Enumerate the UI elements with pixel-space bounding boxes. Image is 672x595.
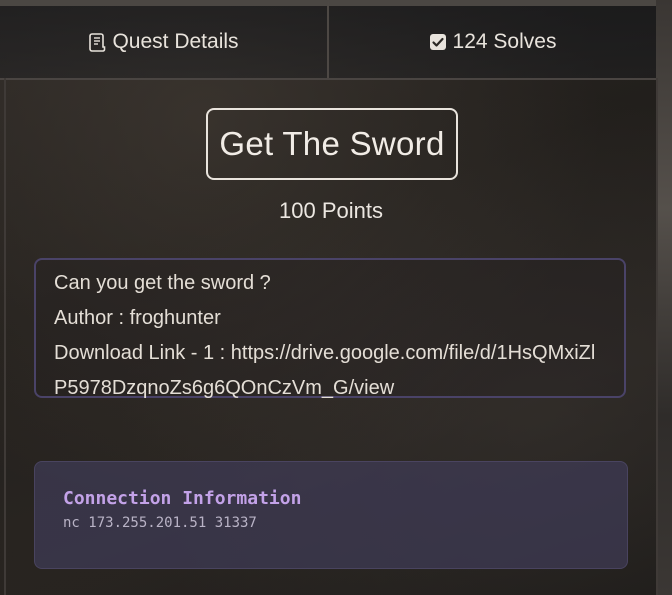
download-link-prefix: Download Link - 1 :	[54, 342, 231, 364]
connection-command[interactable]: nc 173.255.201.51 31337	[63, 515, 599, 531]
challenge-title-button[interactable]: Get The Sword	[206, 108, 458, 180]
tab-quest-details[interactable]: Quest Details	[0, 0, 329, 78]
checkbox-icon	[429, 33, 447, 51]
tab-bar: Quest Details 124 Solves	[0, 0, 656, 80]
scroll-icon	[88, 32, 106, 52]
tab-solves[interactable]: 124 Solves	[329, 0, 656, 78]
challenge-modal: Quest Details 124 Solves Get The Sword 1…	[0, 0, 672, 595]
quest-details-panel: Get The Sword 100 Points Can you get the…	[4, 78, 658, 595]
download-link-row: Download Link - 1 : https://drive.google…	[54, 336, 606, 406]
background-edge	[656, 0, 672, 595]
connection-title: Connection Information	[63, 488, 302, 509]
author-text: Author : froghunter	[54, 307, 221, 329]
description-text: Can you get the sword ?	[54, 272, 271, 294]
tab-quest-details-label: Quest Details	[112, 30, 239, 53]
challenge-points: 100 Points	[279, 198, 383, 223]
challenge-description-box: Can you get the sword ? Author : froghun…	[34, 258, 626, 399]
connection-info-box: Connection Information nc 173.255.201.51…	[34, 461, 628, 569]
tab-solves-label: 124 Solves	[452, 30, 557, 53]
